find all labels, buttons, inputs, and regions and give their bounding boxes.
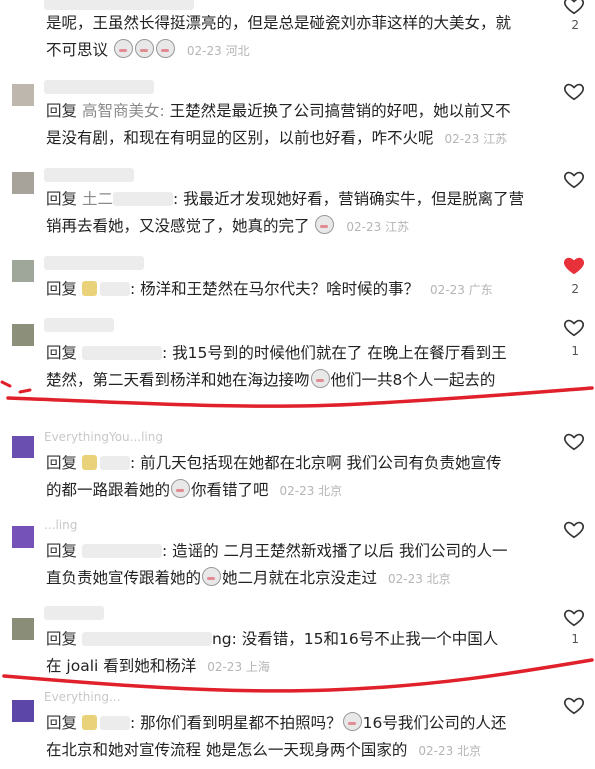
red-underline-1 — [6, 386, 594, 408]
red-underline-2 — [2, 658, 594, 693]
red-mark-left — [0, 380, 32, 394]
red-annotation-lines — [0, 380, 594, 693]
